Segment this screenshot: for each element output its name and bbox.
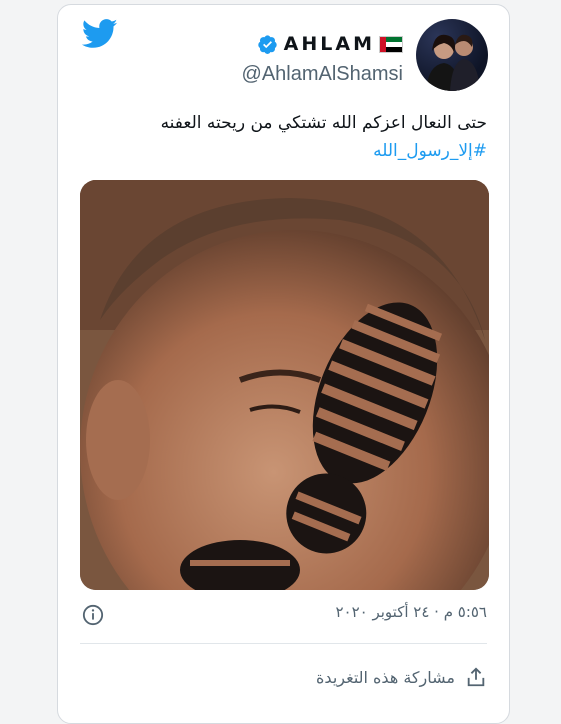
avatar[interactable]: [416, 19, 488, 91]
tweet-image[interactable]: [80, 180, 489, 590]
tweet-card: AHLAM @AhlamAlShamsi حتى النعال اعزكم ال…: [57, 4, 510, 724]
hashtag-link[interactable]: #إلا_رسول_الله: [67, 137, 487, 165]
verified-badge-icon: [257, 34, 277, 54]
twitter-bird-icon[interactable]: [81, 19, 119, 49]
uae-flag-icon: [379, 35, 403, 53]
divider: [80, 643, 487, 644]
info-icon[interactable]: [82, 604, 104, 626]
share-tweet-button[interactable]: مشاركة هذه التغريدة: [316, 665, 487, 689]
tweet-text: حتى النعال اعزكم الله تشتكي من ريحته الع…: [67, 109, 487, 165]
display-name[interactable]: AHLAM: [257, 33, 403, 55]
tweet-body: حتى النعال اعزكم الله تشتكي من ريحته الع…: [160, 113, 487, 133]
share-label: مشاركة هذه التغريدة: [316, 667, 455, 687]
tweet-timestamp[interactable]: ٥:٥٦ م · ٢٤ أكتوبر ٢٠٢٠: [335, 603, 487, 621]
user-handle[interactable]: @AhlamAlShamsi: [242, 63, 403, 86]
share-icon: [467, 667, 485, 687]
display-name-text: AHLAM: [283, 33, 375, 55]
